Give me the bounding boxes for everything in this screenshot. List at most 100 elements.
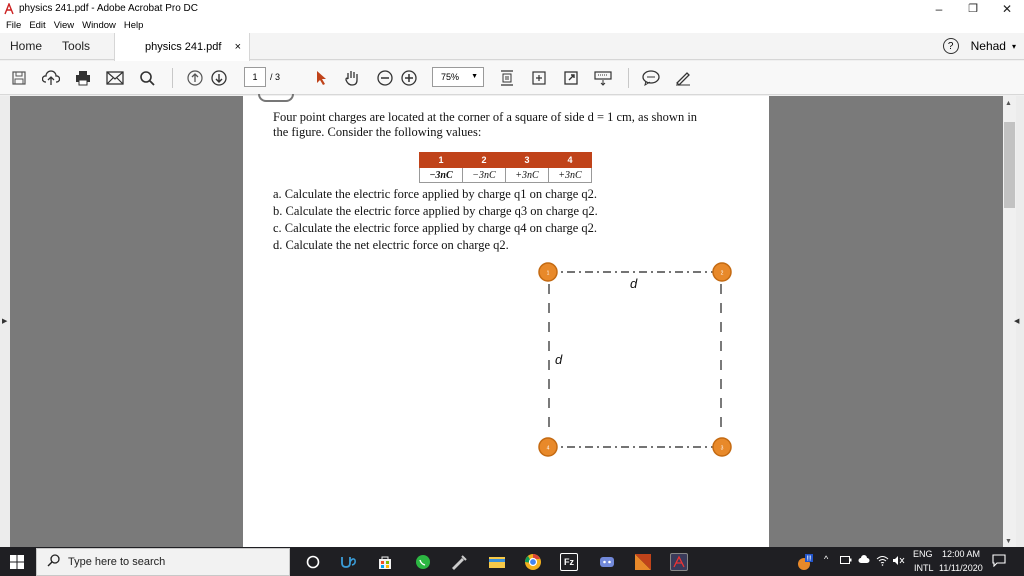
- search-icon[interactable]: [138, 69, 156, 87]
- page-down-icon[interactable]: [210, 69, 228, 87]
- table-cell: −3nC: [462, 167, 506, 183]
- fit-page-icon[interactable]: [498, 69, 516, 87]
- acrobat-app-icon: [3, 1, 15, 15]
- menu-view[interactable]: View: [54, 20, 74, 31]
- menu-window[interactable]: Window: [82, 20, 116, 31]
- table-cell: −3nC: [419, 167, 463, 183]
- scrollbar-thumb[interactable]: [1004, 122, 1015, 208]
- charge-2: 2: [712, 262, 732, 282]
- clock-date[interactable]: 11/11/2020: [939, 563, 983, 573]
- table-header: 2: [462, 152, 506, 168]
- pen-icon[interactable]: [674, 69, 692, 87]
- title-bar: physics 241.pdf - Adobe Acrobat Pro DC –…: [0, 0, 1024, 17]
- whatsapp-icon[interactable]: [414, 553, 432, 571]
- save-icon[interactable]: [10, 69, 28, 87]
- charge-values-table: 1 2 3 4 −3nC −3nC +3nC +3nC: [419, 152, 592, 183]
- svg-text:3: 3: [721, 446, 724, 452]
- chrome-icon[interactable]: [524, 553, 542, 571]
- page-total: / 3: [270, 72, 281, 82]
- chevron-down-icon[interactable]: ▾: [1012, 42, 1016, 51]
- charge-4: 4: [538, 437, 558, 457]
- region-indicator[interactable]: INTL: [914, 563, 934, 573]
- keyboard-icon[interactable]: [594, 69, 612, 87]
- acrobat-taskbar-icon[interactable]: [670, 553, 688, 571]
- menu-file[interactable]: File: [6, 20, 21, 31]
- chevron-up-icon[interactable]: ^: [824, 554, 828, 564]
- battery-icon[interactable]: [840, 556, 852, 566]
- left-panel-toggle[interactable]: ▶: [0, 96, 10, 547]
- notification-center-icon[interactable]: [992, 554, 1006, 569]
- paint-icon[interactable]: [634, 553, 652, 571]
- svg-text:2: 2: [721, 271, 724, 277]
- tab-home[interactable]: Home: [0, 33, 52, 60]
- charge-3: 3: [712, 437, 732, 457]
- tab-document-label: physics 241.pdf: [145, 41, 222, 53]
- charge-1: 1: [538, 262, 558, 282]
- table-header: 4: [548, 152, 592, 168]
- cortana-icon[interactable]: [304, 553, 322, 571]
- square-charges-figure: d d 1 2 4 3: [538, 262, 732, 457]
- clock-time[interactable]: 12:00 AM: [942, 549, 980, 559]
- notification-app-icon[interactable]: !!: [796, 553, 814, 571]
- print-icon[interactable]: [74, 69, 92, 87]
- upwork-icon[interactable]: [340, 553, 358, 571]
- language-indicator[interactable]: ENG: [913, 549, 933, 559]
- svg-text:1: 1: [547, 271, 550, 277]
- hand-tool-icon[interactable]: [343, 69, 361, 87]
- menu-bar: File Edit View Window Help: [0, 17, 1024, 33]
- minimize-button[interactable]: –: [922, 0, 956, 17]
- email-icon[interactable]: [106, 69, 124, 87]
- table-header: 3: [505, 152, 549, 168]
- window-title: physics 241.pdf - Adobe Acrobat Pro DC: [19, 3, 198, 14]
- tab-close-button[interactable]: ×: [235, 41, 241, 53]
- chevron-left-icon[interactable]: ◀: [1014, 317, 1019, 325]
- taskbar-search[interactable]: Type here to search: [36, 548, 290, 576]
- windows-start-icon[interactable]: [10, 555, 24, 569]
- svg-text:4: 4: [547, 446, 550, 452]
- scroll-down-icon[interactable]: ▼: [1005, 538, 1012, 545]
- comment-icon[interactable]: [642, 69, 660, 87]
- folder-icon[interactable]: [488, 553, 506, 571]
- problem-statement: Four point charges are located at the co…: [273, 110, 743, 140]
- page-up-icon[interactable]: [186, 69, 204, 87]
- fullscreen-icon[interactable]: [562, 69, 580, 87]
- tab-tools[interactable]: Tools: [52, 33, 100, 60]
- upload-cloud-icon[interactable]: [42, 69, 60, 87]
- toolbar: [0, 61, 1024, 95]
- cloud-icon[interactable]: [858, 555, 870, 567]
- menu-help[interactable]: Help: [124, 20, 144, 31]
- discord-icon[interactable]: [598, 553, 616, 571]
- side-label-top: d: [630, 276, 638, 291]
- volume-icon[interactable]: [892, 555, 905, 568]
- search-icon: [47, 554, 60, 570]
- filezilla-icon[interactable]: Fz: [560, 553, 578, 571]
- zoom-select[interactable]: 75% ▼: [432, 67, 484, 87]
- store-icon[interactable]: [376, 553, 394, 571]
- question-a: a. Calculate the electric force applied …: [273, 187, 598, 201]
- problem-line-1: Four point charges are located at the co…: [273, 110, 698, 124]
- scroll-up-icon[interactable]: ▲: [1005, 100, 1012, 107]
- menu-edit[interactable]: Edit: [29, 20, 45, 31]
- acrobat-window: physics 241.pdf - Adobe Acrobat Pro DC –…: [0, 0, 1024, 576]
- side-label-left: d: [555, 352, 563, 367]
- zoom-value: 75%: [441, 72, 460, 82]
- wifi-icon[interactable]: [876, 555, 889, 568]
- page-number-input[interactable]: 1: [244, 67, 266, 87]
- rotate-icon[interactable]: [530, 69, 548, 87]
- user-menu[interactable]: Nehad: [971, 39, 1006, 53]
- app-tool-icon[interactable]: [450, 553, 468, 571]
- maximize-button[interactable]: ❐: [956, 0, 990, 17]
- pdf-page: Four point charges are located at the co…: [243, 96, 769, 547]
- chevron-down-icon: ▼: [471, 73, 478, 80]
- zoom-in-icon[interactable]: [400, 69, 418, 87]
- svg-text:!!: !!: [807, 556, 812, 563]
- help-icon[interactable]: ?: [942, 38, 959, 54]
- close-window-button[interactable]: ✕: [990, 0, 1024, 17]
- table-header: 1: [419, 152, 463, 168]
- zoom-out-icon[interactable]: [376, 69, 394, 87]
- chevron-right-icon: ▶: [2, 318, 8, 325]
- table-cell: +3nC: [548, 167, 592, 183]
- question-list: a. Calculate the electric force applied …: [273, 186, 598, 254]
- select-arrow-icon[interactable]: [312, 69, 330, 87]
- tab-document[interactable]: physics 241.pdf ×: [114, 33, 251, 61]
